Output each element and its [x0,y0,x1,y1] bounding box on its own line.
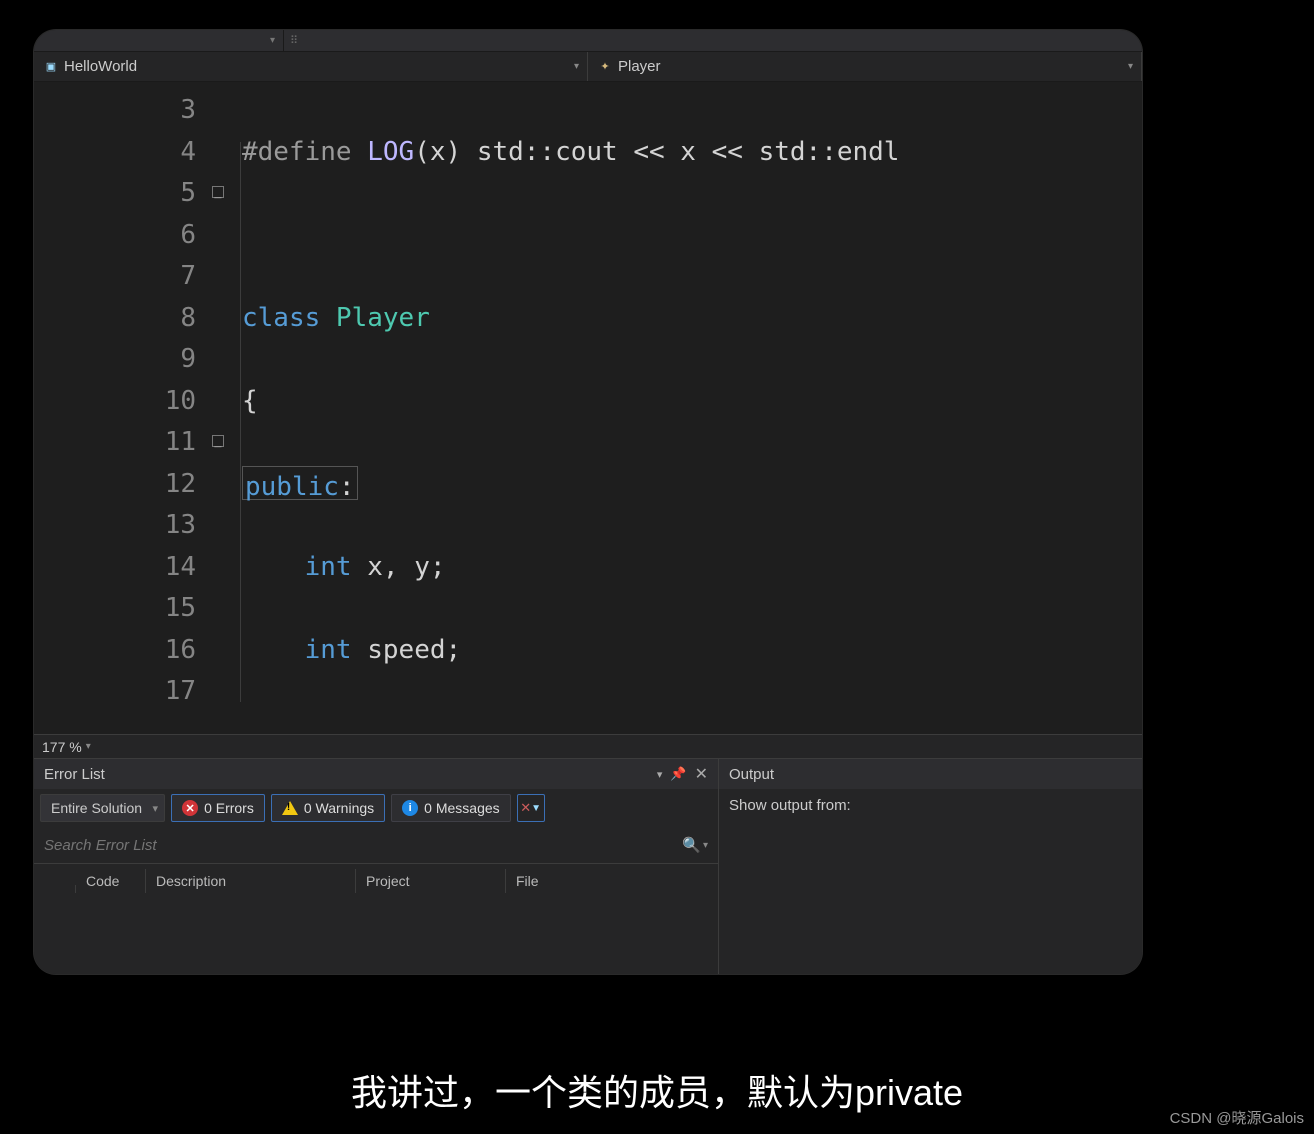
scope-guide-line [240,142,241,702]
warning-icon [282,801,298,815]
output-source-label: Show output from: [729,797,851,814]
error-search-row: 🔍▾ [34,827,718,863]
error-icon: ✕ [182,800,198,816]
nav-class-label: Player [618,58,661,75]
errors-count: 0 Errors [204,800,254,816]
warnings-filter-button[interactable]: 0 Warnings [271,794,385,822]
warnings-count: 0 Warnings [304,800,374,816]
th-description[interactable]: Description [146,869,356,893]
video-subtitle: 我讲过，一个类的成员，默认为private [0,1064,1314,1116]
line-number-gutter: 34567891011121314151617 [34,82,212,734]
nav-project-label: HelloWorld [64,58,137,75]
nav-class-dropdown[interactable]: ✦ Player ▾ [588,52,1142,81]
zoom-status-bar: 177 % ▾ [34,734,1142,758]
panel-menu-icon[interactable]: ▾ [657,768,663,781]
fold-toggle-icon[interactable] [212,435,224,447]
info-icon: i [402,800,418,816]
output-panel: Output Show output from: [719,759,1142,974]
th-project[interactable]: Project [356,869,506,893]
class-icon: ✦ [598,60,612,74]
project-icon: ▣ [44,60,58,74]
messages-filter-button[interactable]: i 0 Messages [391,794,510,822]
errors-filter-button[interactable]: ✕ 0 Errors [171,794,265,822]
keyword: class [242,303,320,333]
current-line-highlight: public: [242,466,358,500]
type-name: Player [320,303,430,333]
scope-label: Entire Solution [51,800,142,816]
top-toolbar: ▾ ⠿ [34,30,1142,52]
panel-title: Output [729,766,774,783]
bottom-panel-area: Error List ▾ 📌 ✕ Entire Solution ✕ 0 Err… [34,758,1142,974]
macro-name: LOG [352,137,415,167]
keyword: int [305,635,352,665]
chevron-down-icon: ▾ [574,61,579,72]
th-file[interactable]: File [506,869,712,893]
code-text: speed; [352,635,462,665]
error-list-header: Error List ▾ 📌 ✕ [34,759,718,789]
toolbar-section: ▾ [34,30,284,51]
zoom-level[interactable]: 177 % [42,739,82,755]
code-editor[interactable]: 34567891011121314151617 #define LOG(x) s… [34,82,1142,734]
drag-handle-icon[interactable]: ⠿ [284,34,299,47]
keyword: int [305,552,352,582]
dropdown-icon[interactable]: ▾ [270,35,275,46]
ide-window: ▾ ⠿ ▣ HelloWorld ▾ ✦ Player ▾ 3456789101… [34,30,1142,974]
messages-count: 0 Messages [424,800,499,816]
th-icon[interactable] [40,885,76,893]
code-content[interactable]: #define LOG(x) std::cout << x << std::en… [242,82,1142,734]
error-filter-row: Entire Solution ✕ 0 Errors 0 Warnings i … [34,789,718,827]
error-search-input[interactable] [44,837,682,854]
preprocessor-kw: #define [242,137,352,167]
scope-dropdown[interactable]: Entire Solution [40,794,165,822]
fold-toggle-icon[interactable] [212,186,224,198]
code-text: (x) std::cout << x << std::endl [414,137,899,167]
nav-project-dropdown[interactable]: ▣ HelloWorld ▾ [34,52,588,81]
chevron-down-icon: ▾ [1128,61,1133,72]
pin-icon[interactable]: 📌 [670,766,686,782]
close-icon[interactable]: ✕ [695,764,708,784]
filter-toggle-button[interactable]: ✕▼ [517,794,545,822]
th-code[interactable]: Code [76,869,146,893]
punct: : [339,472,355,502]
fold-gutter [212,82,242,734]
error-table-header: Code Description Project File [34,863,718,893]
chevron-down-icon[interactable]: ▾ [86,741,91,752]
error-list-panel: Error List ▾ 📌 ✕ Entire Solution ✕ 0 Err… [34,759,719,974]
code-text: x, y; [352,552,446,582]
navigation-bar: ▣ HelloWorld ▾ ✦ Player ▾ [34,52,1142,82]
search-icon[interactable]: 🔍▾ [682,836,708,854]
output-header: Output [719,759,1142,789]
brace: { [242,386,258,416]
keyword: public [245,472,339,502]
watermark: CSDN @晓源Galois [1170,1107,1304,1128]
panel-title: Error List [44,766,105,783]
output-body: Show output from: [719,789,1142,822]
